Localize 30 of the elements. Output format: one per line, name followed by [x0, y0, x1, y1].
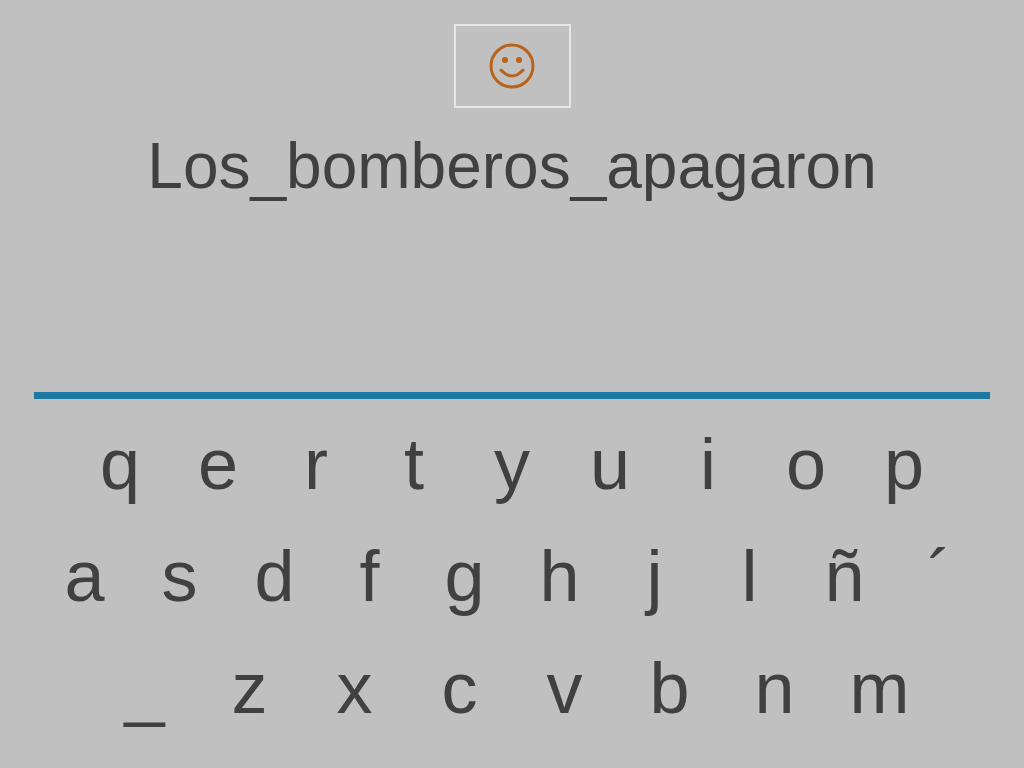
hint-button[interactable]	[453, 24, 571, 108]
letter-key[interactable]: i	[659, 421, 757, 507]
letter-key[interactable]: y	[463, 421, 561, 507]
letter-key[interactable]: v	[512, 645, 617, 731]
letter-key[interactable]: p	[855, 421, 953, 507]
letter-key[interactable]: c	[407, 645, 512, 731]
letter-key[interactable]: z	[197, 645, 302, 731]
letter-key[interactable]: j	[607, 533, 702, 619]
letter-key[interactable]: g	[417, 533, 512, 619]
letter-key[interactable]: e	[169, 421, 267, 507]
letter-key[interactable]: b	[617, 645, 722, 731]
letter-key[interactable]: ´	[892, 533, 987, 619]
letter-key[interactable]: d	[227, 533, 322, 619]
letter-key[interactable]: ñ	[797, 533, 892, 619]
letter-key[interactable]: q	[71, 421, 169, 507]
letter-key[interactable]: o	[757, 421, 855, 507]
letter-key[interactable]: a	[37, 533, 132, 619]
letter-key[interactable]: h	[512, 533, 607, 619]
letter-key[interactable]: r	[267, 421, 365, 507]
letter-key[interactable]: m	[827, 645, 932, 731]
sentence-text: Los_bomberos_apagaron	[147, 129, 877, 204]
letter-key[interactable]: u	[561, 421, 659, 507]
letter-key[interactable]: n	[722, 645, 827, 731]
letter-key[interactable]: t	[365, 421, 463, 507]
letter-key[interactable]: _	[92, 645, 197, 731]
letter-key[interactable]: f	[322, 533, 417, 619]
letter-key[interactable]: x	[302, 645, 407, 731]
letter-key[interactable]: s	[132, 533, 227, 619]
smiley-icon	[488, 42, 536, 90]
letter-key[interactable]: l	[702, 533, 797, 619]
